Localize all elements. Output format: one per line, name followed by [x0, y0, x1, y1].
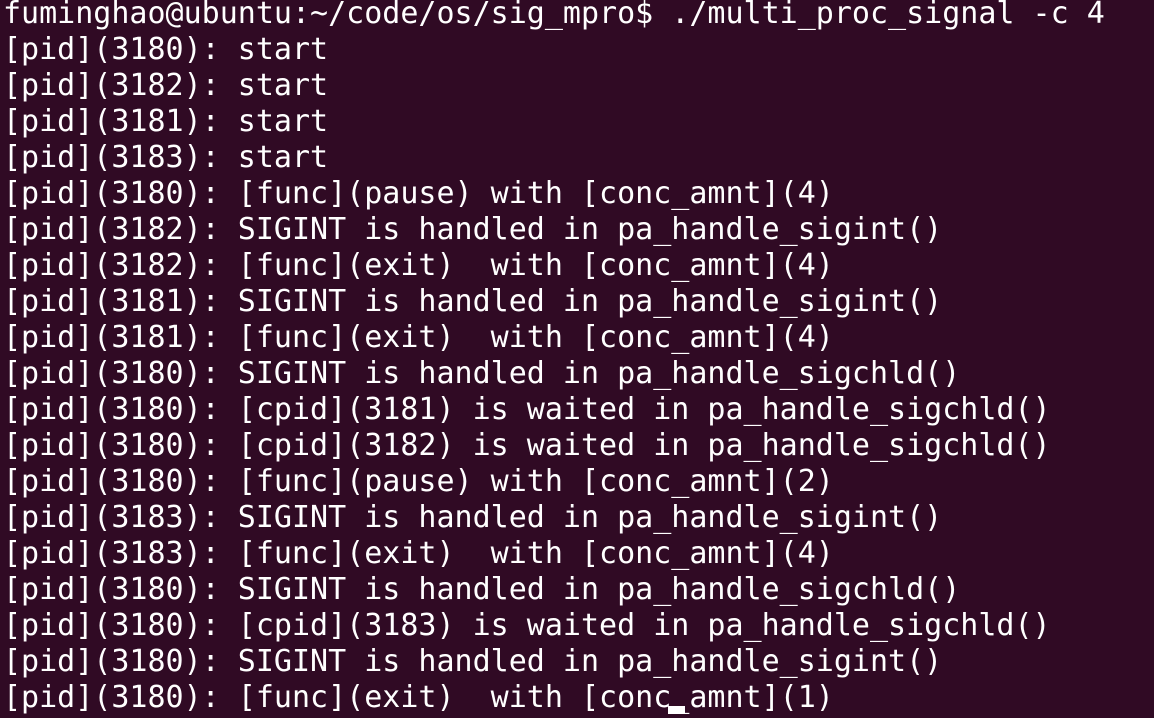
output-line: [pid](3180): [func](pause) with [conc_am… [3, 464, 834, 499]
output-line: [pid](3181): start [3, 104, 329, 139]
output-line: [pid](3180): SIGINT is handled in pa_han… [3, 356, 961, 391]
command-line: fuminghao@ubuntu:~/code/os/sig_mpro$ ./m… [3, 0, 1154, 32]
output-line: [pid](3181): [func](exit) with [conc_amn… [3, 320, 834, 355]
output-line: [pid](3180): start [3, 32, 329, 67]
output-line: [pid](3180): SIGINT is handled in pa_han… [3, 572, 961, 607]
output-line: [pid](3182): [func](exit) with [conc_amn… [3, 248, 834, 283]
output-line: [pid](3180): [cpid](3183) is waited in p… [3, 608, 1051, 643]
terminal-window[interactable]: fuminghao@ubuntu:~/code/os/sig_mpro$ ./m… [0, 0, 1154, 715]
output-line: [pid](3181): SIGINT is handled in pa_han… [3, 284, 943, 319]
output-line: [pid](3182): SIGINT is handled in pa_han… [3, 212, 943, 247]
output-line: [pid](3180): [func](exit) with [conc_amn… [3, 680, 834, 715]
output-line: [pid](3180): [cpid](3181) is waited in p… [3, 392, 1051, 427]
output-line: [pid](3180): SIGINT is handled in pa_han… [3, 644, 943, 679]
output-line: [pid](3180): [cpid](3182) is waited in p… [3, 428, 1051, 463]
command-text: ./multi_proc_signal -c 4 [653, 0, 1105, 31]
output-line: [pid](3183): start [3, 140, 329, 175]
output-line: [pid](3183): [func](exit) with [conc_amn… [3, 536, 834, 571]
shell-prompt: fuminghao@ubuntu:~/code/os/sig_mpro$ [3, 0, 654, 31]
output-line: [pid](3182): start [3, 68, 329, 103]
output-line: [pid](3180): [func](pause) with [conc_am… [3, 176, 834, 211]
output-line: [pid](3183): SIGINT is handled in pa_han… [3, 500, 943, 535]
text-cursor [668, 706, 685, 714]
